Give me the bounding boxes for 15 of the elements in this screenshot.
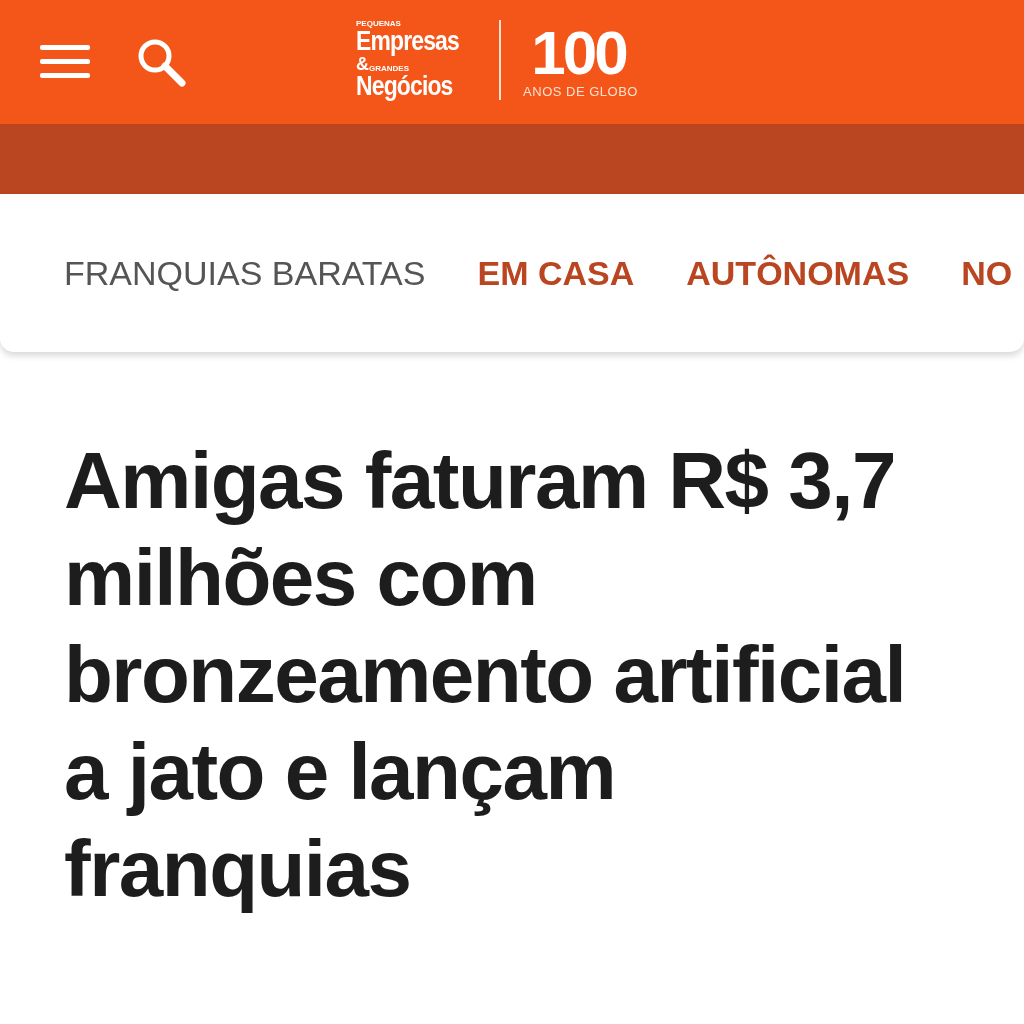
menu-icon [40,45,90,79]
logo-small-text: GRANDES [369,65,409,73]
logo-ampersand: & [356,55,369,73]
headline: Amigas faturam R$ 3,7 milhões com bronzeamento artificial a jato e lançam franquias [64,435,907,915]
nav-link[interactable]: NO [961,253,1013,293]
anniversary-caption: ANOS DE GLOBO [523,83,638,99]
menu-button[interactable] [40,45,90,79]
anniversary-number: 100 [531,21,628,84]
logo-small-text: PEQUENAS [356,20,401,28]
search-icon [136,37,186,87]
nav-link[interactable]: EM CASA [477,253,635,293]
logo-text: Negócios [356,73,454,100]
section-label: FRANQUIAS BARATAS [64,253,426,293]
nav-link[interactable]: AUTÔNOMAS [686,253,910,293]
search-button[interactable] [136,37,186,87]
